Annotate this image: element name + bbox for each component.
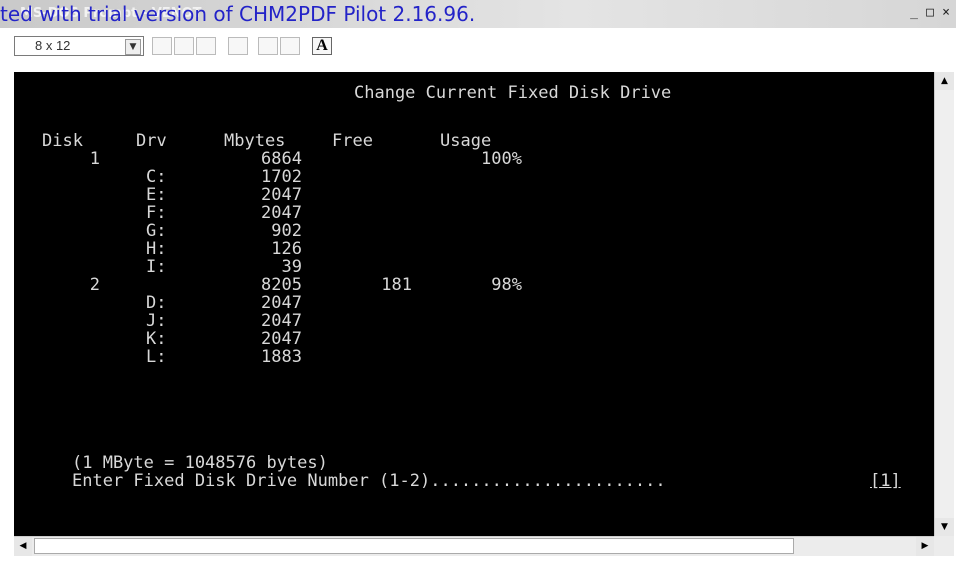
cell-drv: C:	[146, 167, 167, 187]
font-size-select[interactable]: 8 x 12 ▼	[14, 36, 144, 56]
resize-grip-icon[interactable]	[934, 536, 954, 556]
cell-disk: 1	[89, 149, 100, 169]
cell-mbytes: 126	[271, 239, 302, 259]
maximize-button[interactable]: □	[922, 5, 938, 21]
console-heading: Change Current Fixed Disk Drive	[354, 83, 672, 103]
scroll-thumb[interactable]	[34, 538, 794, 554]
paste-icon[interactable]	[196, 37, 216, 55]
fullscreen-icon[interactable]	[228, 37, 248, 55]
close-button[interactable]: ×	[938, 5, 954, 21]
cell-mbytes: 1883	[261, 347, 302, 367]
cell-mbytes: 6864	[261, 149, 302, 169]
scroll-right-icon[interactable]: ▶	[916, 537, 934, 556]
properties-icon[interactable]	[258, 37, 278, 55]
cell-drv: K:	[146, 329, 167, 349]
mbyte-note: (1 MByte = 1048576 bytes)	[72, 453, 328, 473]
minimize-button[interactable]: _	[906, 5, 922, 21]
disk-number-input[interactable]: [1]	[870, 472, 901, 490]
cell-drv: E:	[146, 185, 167, 205]
cell-drv: G:	[146, 221, 167, 241]
copy-icon[interactable]	[174, 37, 194, 55]
cell-mbytes: 2047	[261, 185, 302, 205]
cell-drv: D:	[146, 293, 167, 313]
cell-usage: 98%	[491, 275, 522, 295]
cell-drv: I:	[146, 257, 167, 277]
console-screen[interactable]: Change Current Fixed Disk Drive Disk Drv…	[14, 72, 934, 536]
cell-mbytes: 8205	[261, 275, 302, 295]
cell-free: 181	[381, 275, 412, 295]
cell-mbytes: 2047	[261, 293, 302, 313]
cell-disk: 2	[89, 275, 100, 295]
font-size-value: 8 x 12	[35, 38, 71, 53]
scroll-down-icon[interactable]: ▼	[935, 518, 954, 536]
window-controls: _ □ ×	[906, 5, 954, 21]
cell-mbytes: 2047	[261, 203, 302, 223]
cell-mbytes: 2047	[261, 329, 302, 349]
toolbar: 8 x 12 ▼ A	[0, 28, 956, 68]
cell-drv: H:	[146, 239, 167, 259]
cell-usage: 100%	[481, 149, 522, 169]
chevron-down-icon[interactable]: ▼	[125, 39, 141, 55]
horizontal-scrollbar[interactable]: ◀ ▶	[14, 536, 934, 556]
watermark-text: ted with trial version of CHM2PDF Pilot …	[0, 2, 476, 26]
vertical-scrollbar[interactable]: ▲ ▼	[934, 72, 954, 536]
disk-prompt: Enter Fixed Disk Drive Number (1-2).....…	[72, 471, 666, 491]
header-disk: Disk	[42, 131, 83, 151]
cell-mbytes: 39	[281, 257, 302, 277]
header-usage: Usage	[440, 131, 492, 151]
scroll-left-icon[interactable]: ◀	[14, 537, 32, 556]
cell-mbytes: 2047	[261, 311, 302, 331]
cell-drv: J:	[146, 311, 167, 331]
title-bar: MS-DOS Prompt - VENOT ted with trial ver…	[0, 0, 956, 28]
header-mbytes: Mbytes	[224, 131, 286, 151]
mark-icon[interactable]	[152, 37, 172, 55]
header-drv: Drv	[136, 131, 167, 151]
header-free: Free	[332, 131, 373, 151]
scroll-up-icon[interactable]: ▲	[935, 72, 954, 90]
font-button[interactable]: A	[312, 37, 332, 55]
cell-drv: L:	[146, 347, 167, 367]
cell-mbytes: 902	[271, 221, 302, 241]
cell-mbytes: 1702	[261, 167, 302, 187]
cell-drv: F:	[146, 203, 167, 223]
background-icon[interactable]	[280, 37, 300, 55]
